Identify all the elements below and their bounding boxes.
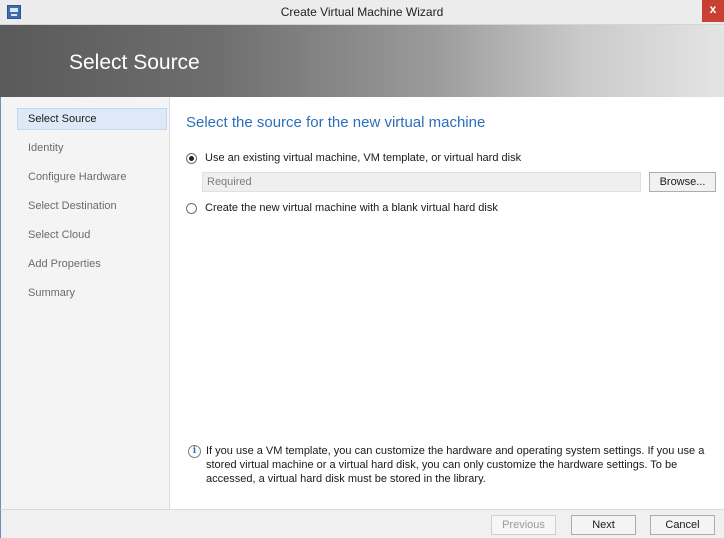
wizard-window: Create Virtual Machine Wizard x Select S… (0, 0, 724, 538)
step-select-cloud[interactable]: Select Cloud (17, 224, 167, 246)
existing-source-label[interactable]: Use an existing virtual machine, VM temp… (205, 152, 521, 164)
option-blank-disk[interactable]: Create the new virtual machine with a bl… (186, 200, 498, 216)
source-path-field[interactable]: Required (202, 172, 641, 192)
option-existing-source[interactable]: Use an existing virtual machine, VM temp… (186, 150, 521, 166)
step-configure-hardware[interactable]: Configure Hardware (17, 166, 167, 188)
cancel-button[interactable]: Cancel (650, 515, 715, 535)
page-heading: Select the source for the new virtual ma… (186, 114, 486, 131)
step-add-properties[interactable]: Add Properties (17, 253, 167, 275)
existing-source-radio[interactable] (186, 152, 197, 164)
blank-disk-radio[interactable] (186, 202, 197, 214)
blank-disk-label[interactable]: Create the new virtual machine with a bl… (205, 202, 498, 214)
step-select-destination[interactable]: Select Destination (17, 195, 167, 217)
main-panel: Select the source for the new virtual ma… (171, 97, 724, 509)
step-identity[interactable]: Identity (17, 137, 167, 159)
browse-button[interactable]: Browse... (649, 172, 716, 192)
info-icon: i (188, 445, 201, 458)
previous-button[interactable]: Previous (491, 515, 556, 535)
wizard-steps-sidebar: Select Source Identity Configure Hardwar… (0, 97, 170, 509)
window-title: Create Virtual Machine Wizard (280, 5, 444, 19)
page-banner: Select Source (0, 25, 724, 97)
banner-title: Select Source (69, 51, 200, 74)
info-text: If you use a VM template, you can custom… (206, 445, 705, 485)
wizard-footer: Previous Next Cancel (0, 509, 724, 538)
step-summary[interactable]: Summary (17, 282, 167, 304)
next-button[interactable]: Next (571, 515, 636, 535)
title-bar[interactable]: Create Virtual Machine Wizard x (0, 0, 724, 25)
close-button[interactable]: x (702, 0, 724, 22)
step-select-source[interactable]: Select Source (17, 108, 167, 130)
